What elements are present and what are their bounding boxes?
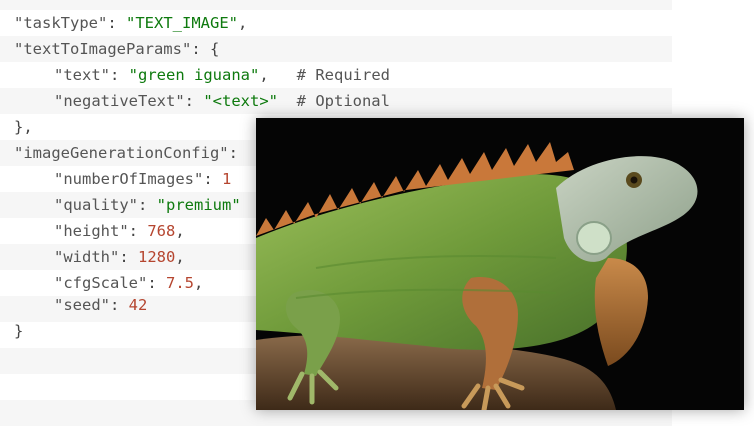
code-line-quality: "quality": "premium" (54, 196, 241, 214)
iguana-illustration (256, 118, 744, 410)
code-line-task-type: "taskType": "TEXT_IMAGE", (14, 14, 248, 32)
code-line-negative-text: "negativeText": "<text>" # Optional (54, 92, 390, 110)
json-string-value: "<text>" (203, 92, 278, 110)
json-string-value: "TEXT_IMAGE" (126, 14, 238, 32)
json-number-value: 768 (147, 222, 176, 240)
code-line-width: "width": 1280, (54, 248, 185, 266)
code-line-close-params: }, (14, 118, 33, 136)
code-line-text-to-image-params: "textToImageParams": { (14, 40, 220, 58)
iguana-photo (256, 118, 744, 410)
json-key: "text" (54, 66, 110, 84)
code-line-close-root: } (14, 322, 24, 340)
json-key: "seed" (54, 296, 110, 314)
code-line-number-of-images: "numberOfImages": 1 (54, 170, 232, 188)
json-key: "negativeText" (54, 92, 185, 110)
code-line-height: "height": 768, (54, 222, 185, 240)
subtympanic-shield (576, 221, 612, 255)
json-number-value: 42 (128, 296, 148, 314)
json-number-value: 1 (221, 170, 232, 188)
code-line-text: "text": "green iguana", # Required (54, 66, 390, 84)
json-key: "cfgScale" (54, 274, 148, 292)
json-key: "imageGenerationConfig" (14, 144, 229, 162)
json-key: "numberOfImages" (54, 170, 204, 188)
json-key: "quality" (54, 196, 138, 214)
code-line-seed: "seed": 42 (54, 296, 148, 314)
code-comment: # Required (296, 66, 390, 84)
json-key: "height" (54, 222, 129, 240)
json-key: "taskType" (14, 14, 108, 32)
code-line-image-generation-config: "imageGenerationConfig": (14, 144, 238, 162)
json-string-value: "premium" (156, 196, 241, 214)
json-string-value: "green iguana" (128, 66, 260, 84)
json-number-value: 7.5 (166, 274, 194, 292)
json-number-value: 1280 (138, 248, 176, 266)
json-key: "width" (54, 248, 120, 266)
code-comment: # Optional (296, 92, 390, 110)
json-key: "textToImageParams" (14, 40, 192, 58)
